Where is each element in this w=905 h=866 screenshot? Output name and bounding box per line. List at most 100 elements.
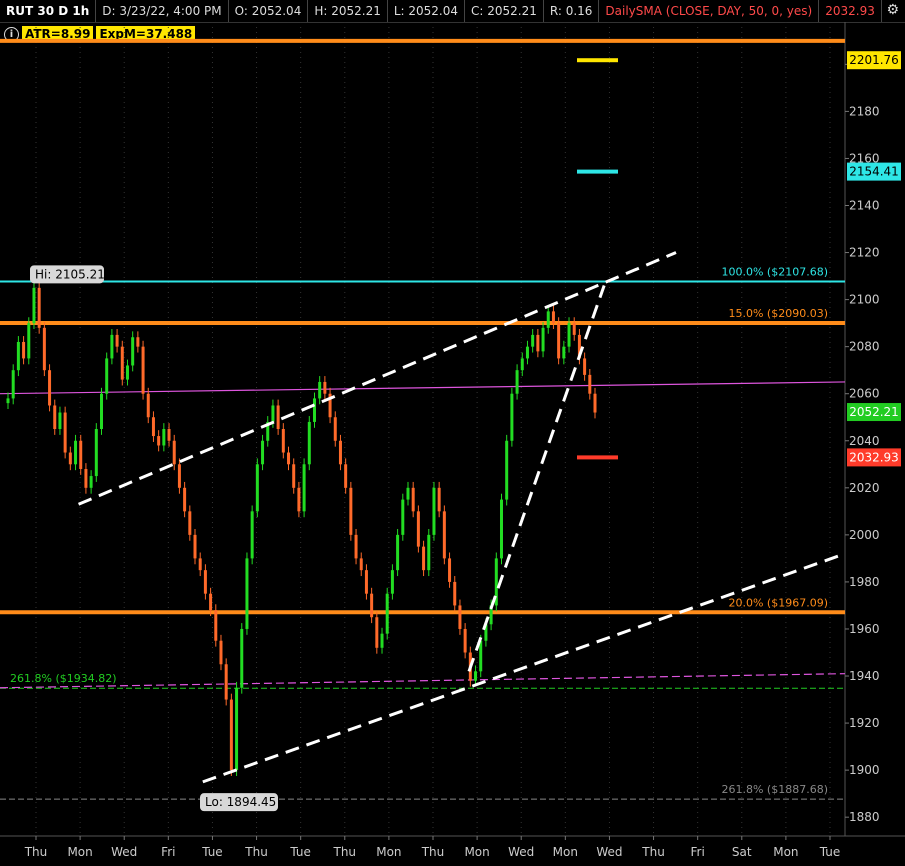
candle-body xyxy=(281,429,285,453)
candle-body xyxy=(349,487,353,535)
x-tick-label: Tue xyxy=(819,845,841,859)
y-tick-label: 1920 xyxy=(849,716,880,730)
candle-body xyxy=(583,358,587,375)
candle-body xyxy=(214,610,218,641)
x-tick-label: Thu xyxy=(244,845,268,859)
price-bubble-label: 2052.21 xyxy=(849,405,899,419)
candle-body xyxy=(235,687,239,771)
y-tick-label: 1900 xyxy=(849,763,880,777)
level-label: 261.8% ($1934.82) xyxy=(10,672,117,685)
candle-body xyxy=(474,671,478,681)
candle-body xyxy=(48,370,52,406)
level-label: 20.0% ($1967.09) xyxy=(728,596,828,609)
price-chart[interactable]: 1880 1900 1920 1940 1960 1980 2000 2020 2040 2060… xyxy=(0,0,905,866)
candle-body xyxy=(11,370,15,399)
candle-body xyxy=(250,511,254,559)
candle-body xyxy=(531,334,535,347)
candle-body xyxy=(203,570,207,594)
candle-body xyxy=(453,581,457,606)
candle-body xyxy=(188,511,192,535)
candle-body xyxy=(572,323,576,335)
candle-body xyxy=(146,393,150,418)
candle-body xyxy=(338,440,342,465)
x-tick-label: Mon xyxy=(376,845,401,859)
candle-body xyxy=(89,476,93,488)
candle-body xyxy=(297,487,301,512)
x-tick-label: Wed xyxy=(111,845,137,859)
candle-body xyxy=(229,699,233,771)
candle-body xyxy=(432,487,436,535)
candle-body xyxy=(261,440,265,465)
candle-body xyxy=(105,358,109,394)
candle-body xyxy=(115,334,119,347)
candle-body xyxy=(380,633,384,648)
candle-body xyxy=(499,499,503,559)
candle-body xyxy=(448,558,452,582)
price-bubble-label: 2201.76 xyxy=(849,53,899,67)
candle-body xyxy=(27,323,31,359)
x-tick-label: Thu xyxy=(641,845,665,859)
candle-body xyxy=(520,358,524,371)
trend-line xyxy=(202,552,846,784)
candle-body xyxy=(406,487,410,500)
y-tick-label: 1880 xyxy=(849,810,880,824)
candle-body xyxy=(422,546,426,571)
candle-body xyxy=(302,464,306,512)
candle-body xyxy=(292,464,296,488)
candle-body xyxy=(396,534,400,571)
candle-body xyxy=(172,440,176,465)
candle-body xyxy=(151,417,155,437)
candle-body xyxy=(240,628,244,688)
candle-body xyxy=(22,341,26,359)
level-label: 261.8% ($1887.68) xyxy=(721,783,828,796)
candle-body xyxy=(53,405,57,429)
candle-body xyxy=(463,628,467,653)
candle-body xyxy=(354,534,358,559)
candle-body xyxy=(364,570,368,594)
candle-body xyxy=(385,593,389,634)
candle-body xyxy=(32,287,36,324)
y-tick-label: 2040 xyxy=(849,434,880,448)
candle-body xyxy=(442,511,446,559)
sma-line xyxy=(0,673,846,689)
x-tick-label: Mon xyxy=(773,845,798,859)
y-tick-label: 2080 xyxy=(849,340,880,354)
x-tick-label: Thu xyxy=(24,845,48,859)
lo-label: Lo: 1894.45 xyxy=(205,795,276,809)
candle-body xyxy=(416,511,420,547)
x-tick-label: Tue xyxy=(201,845,223,859)
candle-body xyxy=(120,346,124,380)
candle-body xyxy=(245,558,249,629)
y-tick-label: 2000 xyxy=(849,528,880,542)
candle-body xyxy=(333,417,337,441)
candle-body xyxy=(74,440,78,465)
candle-body xyxy=(359,558,363,571)
candle-body xyxy=(505,440,509,500)
x-tick-label: Sat xyxy=(732,845,752,859)
level-label: 100.0% ($2107.68) xyxy=(721,266,828,279)
level-label: 15.0% ($2090.03) xyxy=(728,307,828,320)
candle-body xyxy=(312,398,316,422)
candle-body xyxy=(458,605,462,629)
candle-body xyxy=(567,323,571,347)
candle-body xyxy=(131,337,135,366)
candle-body xyxy=(68,452,72,465)
x-tick-label: Tue xyxy=(289,845,311,859)
candle-body xyxy=(551,311,555,324)
candle-body xyxy=(84,468,88,488)
candle-body xyxy=(193,534,197,559)
candle-body xyxy=(209,593,213,611)
candle-body xyxy=(110,334,114,359)
candle-body xyxy=(390,570,394,594)
candle-body xyxy=(94,429,98,477)
candle-body xyxy=(536,334,540,352)
y-tick-label: 2020 xyxy=(849,481,880,495)
candle-body xyxy=(510,393,514,441)
candle-body xyxy=(525,346,529,359)
candle-body xyxy=(167,429,171,441)
candle-body xyxy=(411,487,415,512)
candle-body xyxy=(562,346,566,359)
candle-body xyxy=(318,381,322,399)
candle-body xyxy=(141,346,145,394)
candle-body xyxy=(515,370,519,394)
